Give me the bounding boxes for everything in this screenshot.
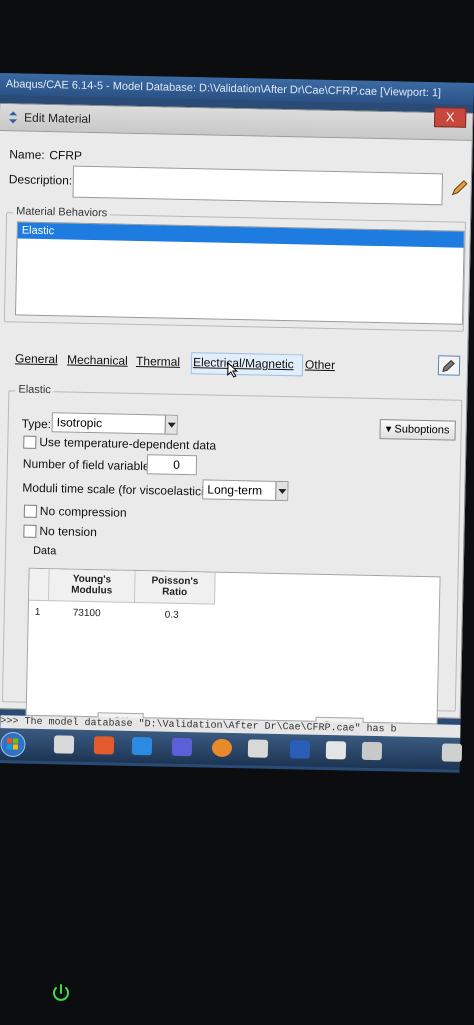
name-label: Name:: [9, 147, 45, 162]
windows-start-icon[interactable]: [0, 731, 26, 758]
moduli-select[interactable]: Long-term: [202, 479, 289, 502]
app-d-icon[interactable]: [171, 737, 193, 757]
moduli-select-value: Long-term: [207, 482, 263, 498]
tray-icon[interactable]: [441, 743, 463, 762]
pencil-icon: [442, 359, 455, 373]
word-icon[interactable]: [289, 740, 311, 759]
no-compression-label: No compression: [39, 503, 127, 520]
dialog-title: Edit Material: [23, 110, 91, 126]
type-select-value: Isotropic: [56, 415, 103, 431]
explorer-icon[interactable]: [53, 735, 75, 754]
menu-mechanical[interactable]: Mechanical: [67, 353, 128, 368]
chevron-down-icon[interactable]: [164, 415, 177, 434]
row-index: 1: [34, 606, 41, 618]
field-vars-label: Number of field variables:: [22, 456, 160, 474]
app-icon[interactable]: [247, 739, 269, 758]
move-arrows-icon: [9, 111, 18, 124]
firefox-icon[interactable]: [211, 738, 233, 758]
menu-other[interactable]: Other: [305, 357, 335, 372]
header-poissons-ratio: Poisson's Ratio: [134, 570, 216, 605]
console-prompt: >>>: [0, 716, 19, 728]
name-value: CFRP: [49, 148, 83, 163]
description-label: Description:: [8, 172, 73, 188]
type-select[interactable]: Isotropic: [51, 412, 178, 435]
app-icon[interactable]: [361, 741, 383, 761]
monitor-screen: Abaqus/CAE 6.14-5 - Model Database: D:\V…: [0, 73, 474, 773]
no-tension-checkbox[interactable]: [23, 524, 37, 538]
material-behaviors-label: Material Behaviors: [13, 205, 111, 220]
field-vars-stepper[interactable]: 0: [146, 454, 198, 476]
type-label: Type:: [21, 416, 52, 432]
elastic-group-label: Elastic: [15, 383, 54, 397]
suboptions-label: Suboptions: [394, 423, 450, 437]
table-corner: [29, 568, 50, 602]
menu-general[interactable]: General: [15, 351, 58, 366]
behavior-menubar: General Mechanical Thermal Electrical/Ma…: [5, 351, 441, 380]
mouse-cursor-icon: [227, 361, 239, 378]
dialog-titlebar[interactable]: Edit Material X: [0, 104, 473, 141]
triangle-down-icon: ▾: [385, 423, 395, 436]
app-icon[interactable]: [325, 741, 347, 760]
menu-thermal[interactable]: Thermal: [136, 354, 180, 369]
behavior-item-elastic[interactable]: Elastic: [17, 222, 464, 248]
cell-youngs-modulus[interactable]: 73100: [73, 608, 101, 620]
no-tension-label: No tension: [39, 523, 97, 540]
behaviors-list[interactable]: Elastic: [14, 221, 465, 325]
abaqus-window-title: Abaqus/CAE 6.14-5 - Model Database: D:\V…: [0, 73, 474, 105]
internet-explorer-icon[interactable]: [131, 736, 153, 756]
power-icon: [53, 984, 69, 1001]
field-vars-value: 0: [173, 457, 181, 472]
menu-electrical-magnetic[interactable]: Electrical/Magnetic: [193, 355, 294, 371]
data-table[interactable]: Young's Modulus Poisson's Ratio 1 73100 …: [25, 567, 441, 725]
temp-dependent-checkbox[interactable]: [23, 435, 37, 449]
pencil-icon[interactable]: [451, 179, 469, 197]
close-button[interactable]: X: [434, 107, 467, 128]
suboptions-button[interactable]: ▾ Suboptions: [379, 419, 456, 441]
media-player-icon[interactable]: [93, 736, 115, 755]
no-compression-checkbox[interactable]: [23, 504, 38, 518]
chevron-down-icon[interactable]: [275, 481, 288, 501]
description-field[interactable]: [72, 165, 444, 206]
cell-poissons-ratio[interactable]: 0.3: [165, 610, 179, 621]
data-label: Data: [32, 544, 57, 558]
edit-material-dialog: Edit Material X Name: CFRP Description: …: [0, 103, 474, 736]
edit-behavior-button[interactable]: [437, 355, 461, 376]
header-youngs-modulus: Young's Modulus: [49, 569, 136, 603]
material-behaviors-group: Material Behaviors Elastic: [3, 205, 467, 332]
